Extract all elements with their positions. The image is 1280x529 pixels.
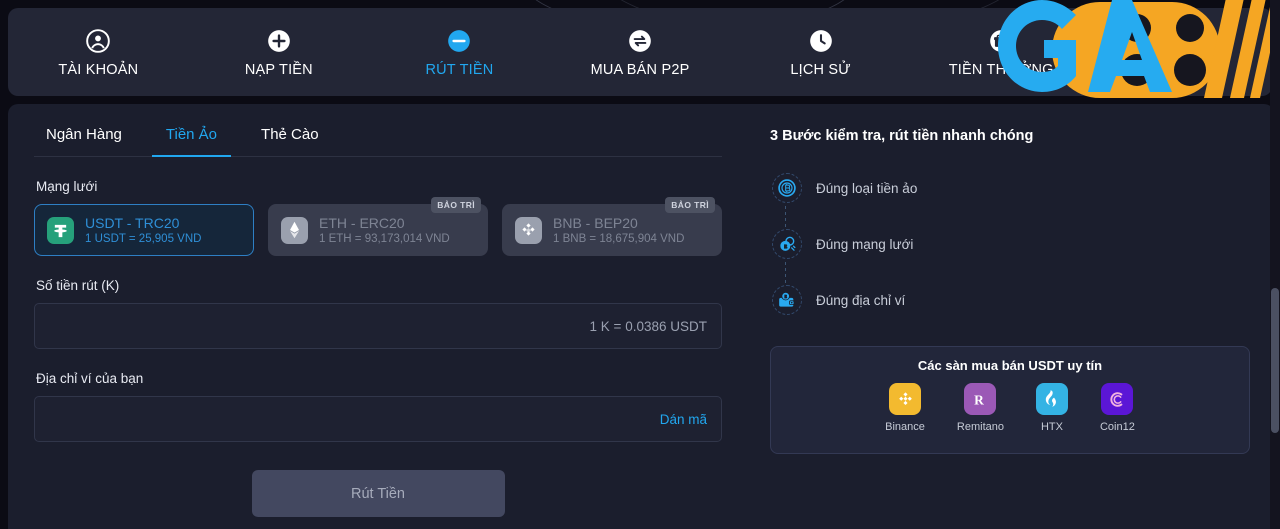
network-text: USDT - TRC20 1 USDT = 25,905 VND <box>85 215 201 245</box>
nav-label: MUA BÁN P2P <box>590 61 690 78</box>
paste-code-button[interactable]: Dán mã <box>660 412 707 427</box>
guide-steps: Đúng loại tiền ảo Đúng mạng lưới Đúng đị… <box>770 160 1250 328</box>
guide-step-1: Đúng loại tiền ảo <box>772 160 1250 216</box>
exchange-name: Coin12 <box>1099 421 1135 433</box>
nav-item-tien-thuong[interactable]: TIỀN THƯỞNG <box>911 8 1092 96</box>
nav-label: NẠP TIỀN <box>244 61 313 78</box>
exchange-name: HTX <box>1040 421 1063 433</box>
step-connector <box>785 262 786 286</box>
maintenance-badge: BẢO TRÌ <box>431 197 481 213</box>
guide-step-3: Đúng địa chỉ ví <box>772 272 1250 328</box>
guide-title: 3 Bước kiểm tra, rút tiền nhanh chóng <box>770 128 1034 144</box>
nav-item-lich-su[interactable]: LỊCH SỬ <box>730 8 911 96</box>
tab-label: Thẻ Cào <box>261 126 319 143</box>
nav-item-nap-tien[interactable]: NẠP TIỀN <box>189 8 370 96</box>
withdraw-submit-button[interactable]: Rút Tiền <box>251 470 505 517</box>
amount-input[interactable] <box>49 318 590 334</box>
exchanges-list: Binance R Remitano HTX Coin12 <box>771 383 1249 433</box>
network-name: ETH - ERC20 <box>319 215 405 231</box>
exchange-item-htx[interactable]: HTX <box>1035 383 1068 433</box>
wallet-address-input[interactable] <box>49 411 660 427</box>
nav-label: TIỀN THƯỞNG <box>948 61 1054 78</box>
coins-network-icon <box>772 229 802 259</box>
network-name: USDT - TRC20 <box>85 215 180 231</box>
tether-icon <box>47 216 74 244</box>
withdraw-guide-panel: 3 Bước kiểm tra, rút tiền nhanh chóng Đú… <box>750 104 1274 529</box>
guide-step-2: Đúng mạng lưới <box>772 216 1250 272</box>
exchange-item-coin12[interactable]: Coin12 <box>1100 383 1135 433</box>
network-rate: 1 BNB = 18,675,904 VND <box>553 233 685 245</box>
network-options: USDT - TRC20 1 USDT = 25,905 VND BẢO TRÌ… <box>34 197 722 256</box>
exchange-item-remitano[interactable]: R Remitano <box>957 383 1004 433</box>
withdraw-form-card: Ngân Hàng Tiền Ảo Thẻ Cào Mạng lưới USDT… <box>8 104 750 529</box>
remitano-logo-icon: R <box>964 383 997 415</box>
maintenance-badge: BẢO TRÌ <box>665 197 715 213</box>
minus-circle-icon <box>445 27 473 55</box>
trusted-exchanges-panel: Các sàn mua bán USDT uy tín Binance R Re… <box>770 346 1250 454</box>
coin12-logo-icon <box>1101 383 1134 415</box>
amount-input-wrapper: 1 K = 0.0386 USDT <box>34 303 722 349</box>
page-scrollbar-track[interactable] <box>1270 0 1280 529</box>
wallet-input-wrapper: Dán mã <box>34 396 722 442</box>
nav-label: NGÂN HÀNG <box>1136 61 1227 78</box>
tab-label: Tiền Ảo <box>165 126 218 143</box>
withdraw-page: TÀI KHOẢN NẠP TIỀN RÚT TIỀN MUA BÁN P2P <box>0 0 1280 529</box>
main-content: Ngân Hàng Tiền Ảo Thẻ Cào Mạng lưới USDT… <box>8 104 1274 529</box>
page-scrollbar-thumb[interactable] <box>1271 288 1279 433</box>
wallet-icon <box>772 285 802 315</box>
user-circle-icon <box>84 27 112 55</box>
nav-item-tai-khoan[interactable]: TÀI KHOẢN <box>8 8 189 96</box>
nav-item-mua-ban-p2p[interactable]: MUA BÁN P2P <box>550 8 731 96</box>
step-connector <box>785 206 786 230</box>
amount-conversion-hint: 1 K = 0.0386 USDT <box>589 318 707 334</box>
tab-tien-ao[interactable]: Tiền Ảo <box>144 126 239 157</box>
network-rate: 1 USDT = 25,905 VND <box>85 233 202 245</box>
nav-item-rut-tien[interactable]: RÚT TIỀN <box>369 8 550 96</box>
gift-icon <box>987 27 1015 55</box>
step-label: Đúng địa chỉ ví <box>816 292 906 308</box>
amount-label: Số tiền rút (K) <box>36 278 120 293</box>
nav-label: TÀI KHOẢN <box>58 61 139 78</box>
step-label: Đúng loại tiền ảo <box>816 180 918 196</box>
network-option-bnb-bep20[interactable]: BẢO TRÌ BNB - BEP20 1 BNB = 18,675,904 V… <box>502 197 722 256</box>
nav-label: LỊCH SỬ <box>790 61 851 78</box>
exchange-name: Remitano <box>956 421 1004 433</box>
binance-logo-icon <box>889 383 922 415</box>
binance-coin-icon <box>515 216 542 244</box>
nav-item-ngan-hang[interactable]: NGÂN HÀNG <box>1091 8 1272 96</box>
main-navigation: TÀI KHOẢN NẠP TIỀN RÚT TIỀN MUA BÁN P2P <box>8 8 1272 96</box>
exchange-name: Binance <box>885 421 925 433</box>
bank-icon <box>1168 27 1196 55</box>
exchange-circle-icon <box>626 27 654 55</box>
exchanges-title: Các sàn mua bán USDT uy tín <box>917 358 1103 373</box>
exchange-item-binance[interactable]: Binance <box>885 383 925 433</box>
plus-circle-icon <box>265 27 293 55</box>
network-rate: 1 ETH = 93,173,014 VND <box>319 233 450 245</box>
network-option-eth-erc20[interactable]: BẢO TRÌ ETH - ERC20 1 ETH = 93,173,014 V… <box>268 197 488 256</box>
method-tabs: Ngân Hàng Tiền Ảo Thẻ Cào <box>34 126 722 157</box>
network-text: ETH - ERC20 1 ETH = 93,173,014 VND <box>319 215 450 245</box>
tab-label: Ngân Hàng <box>46 126 122 143</box>
network-label: Mạng lưới <box>36 179 98 194</box>
ethereum-icon <box>281 216 308 244</box>
network-name: BNB - BEP20 <box>553 215 638 231</box>
bitcoin-coin-icon <box>772 173 802 203</box>
wallet-label: Địa chỉ ví của bạn <box>36 371 144 386</box>
svg-text:R: R <box>974 392 984 407</box>
step-label: Đúng mạng lưới <box>816 236 914 252</box>
tab-ngan-hang[interactable]: Ngân Hàng <box>36 126 144 156</box>
nav-label: RÚT TIỀN <box>425 61 494 78</box>
tab-the-cao[interactable]: Thẻ Cào <box>239 126 341 156</box>
network-text: BNB - BEP20 1 BNB = 18,675,904 VND <box>553 215 684 245</box>
network-option-usdt-trc20[interactable]: USDT - TRC20 1 USDT = 25,905 VND <box>34 204 254 256</box>
clock-icon <box>807 27 835 55</box>
htx-logo-icon <box>1035 383 1068 415</box>
